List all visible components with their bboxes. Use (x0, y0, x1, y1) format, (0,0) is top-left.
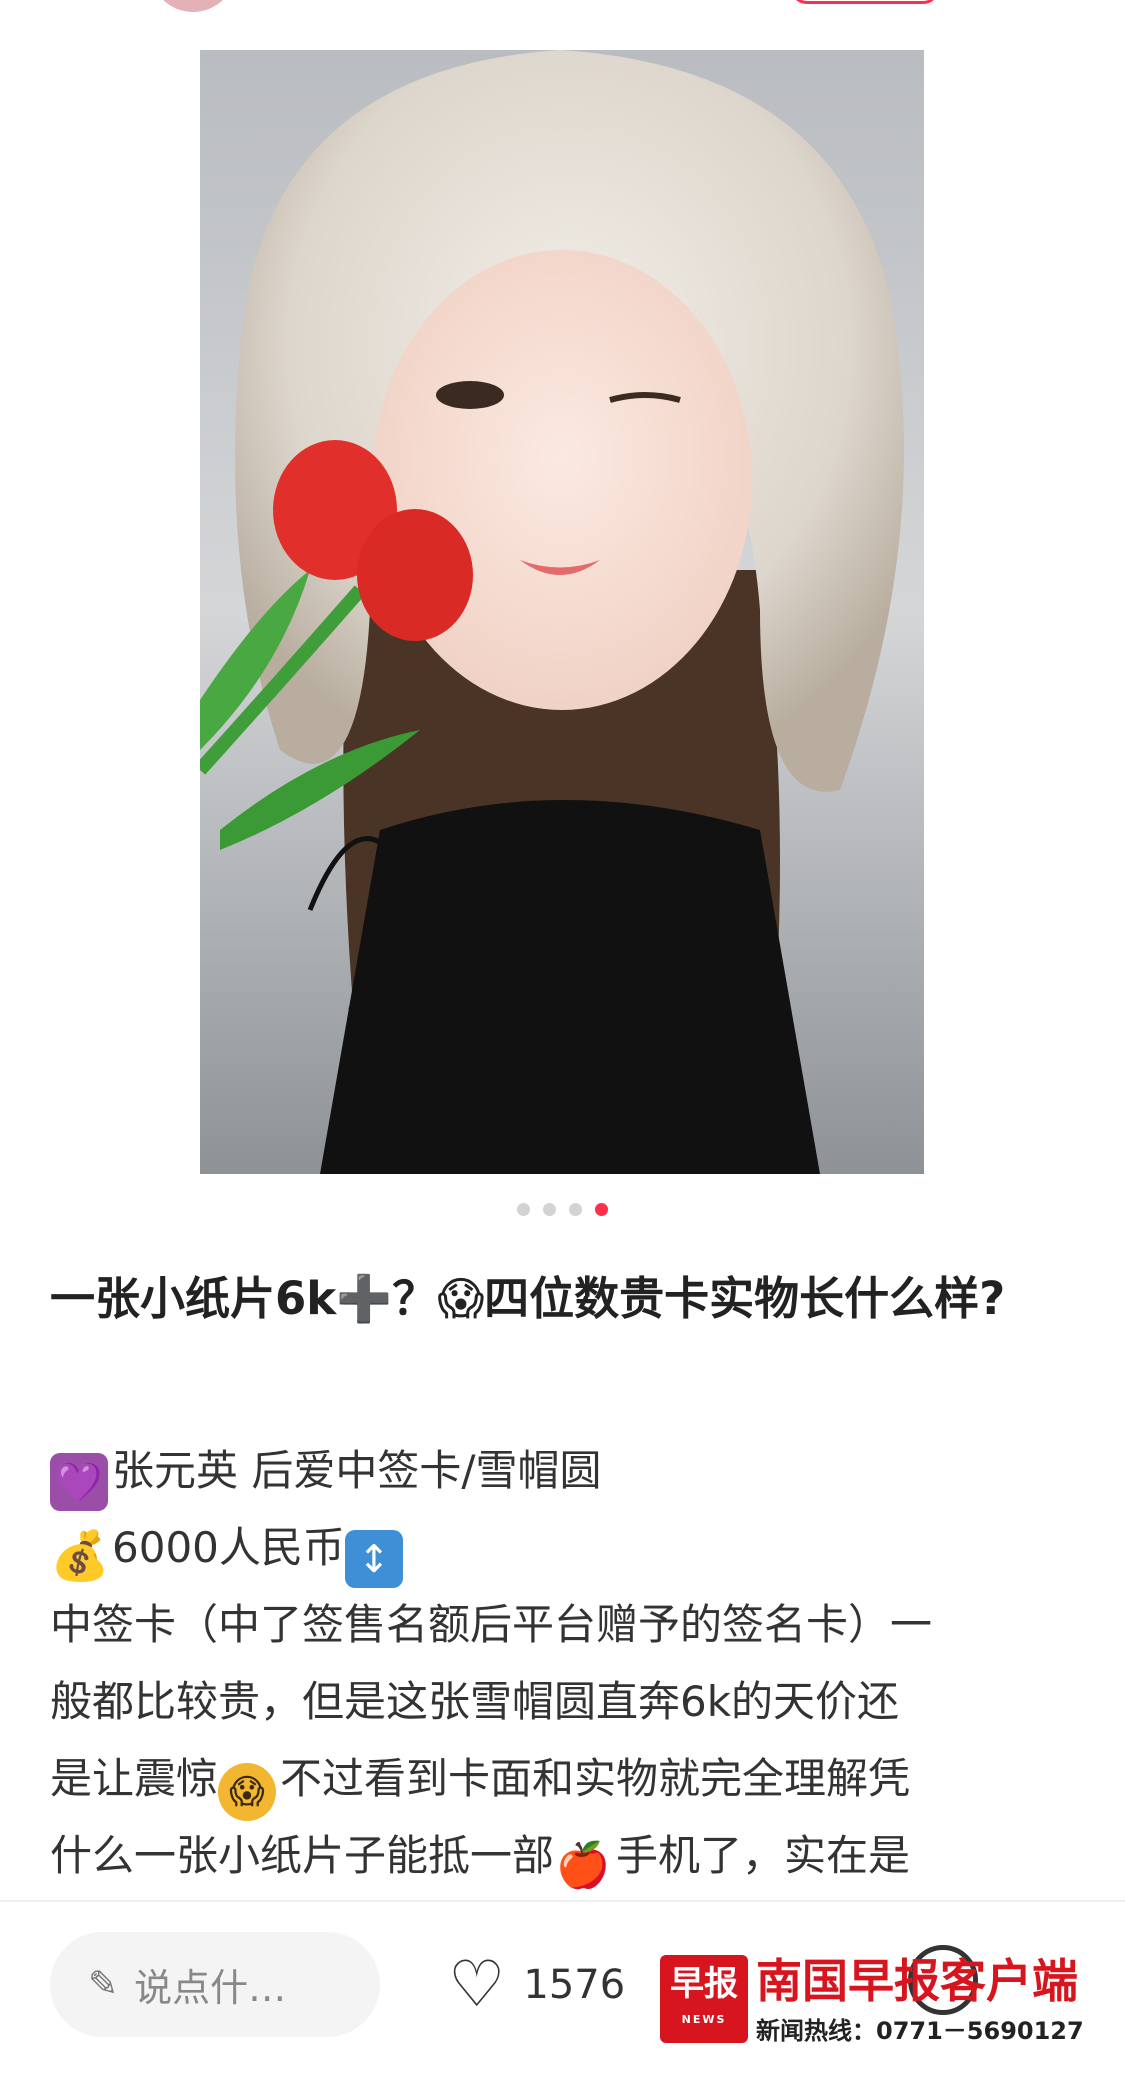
carousel-dot-active[interactable] (595, 1203, 608, 1216)
scream-face-icon: 😱 (218, 1763, 277, 1821)
pencil-icon: ✎ (88, 1964, 119, 2005)
carousel-indicator (0, 1203, 1125, 1216)
like-button[interactable]: ♡ 1576 (448, 1940, 625, 2030)
body-line: 是让震惊 (50, 1754, 219, 1803)
post-image[interactable] (200, 50, 924, 1174)
watermark: 早报 NEWS 南国早报客户端 新闻热线：0771－5690127 (660, 1954, 1090, 2047)
author-avatar[interactable] (150, 0, 236, 12)
body-line: 般都比较贵，但是这张雪帽圆直奔6k的天价还 (50, 1677, 900, 1726)
carousel-dot[interactable] (569, 1203, 582, 1216)
watermark-name: 南国早报客户端 (756, 1954, 1078, 2008)
heart-outline-icon: ♡ (448, 1948, 506, 2022)
comment-placeholder: 说点什… (134, 1966, 287, 2010)
purple-heart-icon: 💜 (50, 1453, 108, 1511)
like-count: 1576 (523, 1962, 626, 2008)
body-line: 什么一张小纸片子能抵一部 (50, 1831, 555, 1880)
body-line: 张元英 后爱中签卡/雪帽圆 (112, 1446, 602, 1495)
up-down-arrow-icon: ↕ (344, 1530, 403, 1588)
comment-input[interactable]: ✎ 说点什… (50, 1932, 380, 2037)
post-title: 一张小纸片6k➕？😱四位数贵卡实物长什么样? (50, 1272, 1006, 1325)
follow-button[interactable] (790, 0, 940, 4)
apple-icon: 🍎 (555, 1840, 611, 1891)
body-line: 手机了，实在是 (616, 1831, 911, 1880)
carousel-dot[interactable] (543, 1203, 556, 1216)
watermark-logo: 早报 NEWS (660, 1955, 748, 2043)
post-body: 💜 张元英 后爱中签卡/雪帽圆 💰6000人民币 ↕ 中签卡（中了签售名额后平台赠予… (50, 1432, 1080, 1894)
money-bag-icon: 💰 (50, 1528, 110, 1584)
body-line: 不过看到卡面和实物就完全理解凭 (280, 1754, 911, 1803)
watermark-hotline: 新闻热线：0771－5690127 (756, 2017, 1084, 2045)
carousel-dot[interactable] (517, 1203, 530, 1216)
body-line: 6000人民币 (112, 1523, 345, 1572)
body-line: 中签卡（中了签售名额后平台赠予的签名卡）一 (50, 1600, 933, 1649)
